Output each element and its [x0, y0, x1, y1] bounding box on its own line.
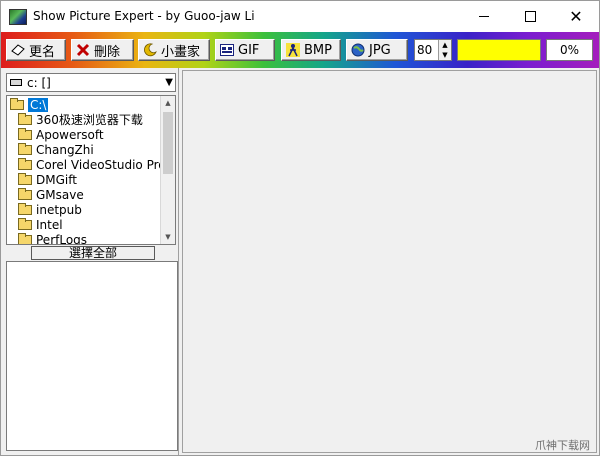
title-bar[interactable]: Show Picture Expert - by Guoo-jaw Li ✕ — [1, 1, 599, 32]
minimize-button[interactable] — [461, 1, 507, 32]
folder-open-icon — [10, 97, 24, 110]
gif-label: GIF — [238, 42, 260, 58]
directory-list[interactable]: C:\ 360极速浏览器下载 Apowersoft ChangZhi Corel… — [6, 95, 176, 245]
jpg-button[interactable]: JPG — [346, 39, 408, 61]
scrollbar-thumb[interactable] — [163, 112, 173, 174]
app-window: Show Picture Expert - by Guoo-jaw Li ✕ 更… — [0, 0, 600, 456]
chevron-down-icon[interactable]: ▼ — [165, 77, 173, 88]
list-item[interactable]: Corel VideoStudio Pro — [18, 157, 166, 172]
progress-indicator: 0% — [546, 39, 593, 61]
paint-label: 小畫家 — [161, 44, 201, 60]
directory-scrollbar[interactable]: ▲ ▼ — [160, 96, 175, 244]
client-area: c: [] ▼ C:\ 360极速浏览器下载 Apowersoft ChangZ… — [1, 68, 599, 455]
color-swatch[interactable] — [457, 39, 541, 61]
delete-icon — [76, 43, 90, 57]
spin-down-icon[interactable]: ▼ — [438, 50, 451, 60]
watermark-text: 爪神下载网 — [535, 439, 590, 452]
list-item[interactable]: DMGift — [18, 172, 77, 187]
list-item[interactable]: PerfLogs — [18, 232, 88, 245]
scroll-up-icon[interactable]: ▲ — [161, 96, 175, 110]
list-item-label: GMsave — [36, 187, 84, 202]
list-item-label: ChangZhi — [36, 142, 94, 157]
gif-button[interactable]: GIF — [215, 39, 275, 61]
rename-icon — [11, 43, 25, 57]
close-button[interactable]: ✕ — [553, 1, 599, 32]
folder-icon — [18, 172, 32, 185]
list-item-label: PerfLogs — [36, 232, 88, 245]
folder-icon — [18, 112, 32, 125]
bmp-button[interactable]: BMP — [281, 39, 341, 61]
file-browser-panel: c: [] ▼ C:\ 360极速浏览器下载 Apowersoft ChangZ… — [3, 70, 178, 453]
list-item-label: Intel — [36, 217, 63, 232]
close-icon: ✕ — [569, 6, 583, 26]
folder-icon — [18, 217, 32, 230]
maximize-button[interactable] — [507, 1, 553, 32]
folder-icon — [18, 187, 32, 200]
drive-icon — [10, 79, 22, 86]
maximize-icon — [524, 11, 536, 22]
list-item-label: Apowersoft — [36, 127, 104, 142]
spin-up-icon[interactable]: ▲ — [438, 40, 451, 50]
list-item-label: inetpub — [36, 202, 82, 217]
list-item[interactable]: Intel — [18, 217, 63, 232]
rename-button[interactable]: 更名 — [6, 39, 66, 61]
list-item-label: C:\ — [28, 97, 49, 112]
toolbar: 更名 刪除 小畫家 GIF BMP JPG 80 ▲ ▼ 0% — [1, 32, 599, 68]
file-list[interactable] — [6, 261, 178, 451]
gif-icon — [220, 43, 234, 57]
delete-label: 刪除 — [94, 44, 121, 60]
list-item-label: Corel VideoStudio Pro — [36, 157, 166, 172]
quality-stepper[interactable]: 80 ▲ ▼ — [414, 39, 452, 61]
list-item-label: 360极速浏览器下载 — [36, 113, 143, 127]
window-title: Show Picture Expert - by Guoo-jaw Li — [33, 9, 255, 23]
minimize-icon — [479, 16, 489, 17]
folder-icon — [18, 157, 32, 170]
list-item[interactable]: inetpub — [18, 202, 82, 217]
folder-icon — [18, 127, 32, 140]
scroll-down-icon[interactable]: ▼ — [161, 230, 175, 244]
folder-icon — [18, 232, 32, 244]
picture-preview-area[interactable] — [182, 70, 597, 453]
list-item[interactable]: 360极速浏览器下载 — [18, 112, 143, 127]
list-item[interactable]: Apowersoft — [18, 127, 104, 142]
select-all-button[interactable]: 選擇全部 — [31, 246, 155, 260]
jpg-label: JPG — [369, 42, 391, 58]
rename-label: 更名 — [29, 44, 56, 60]
folder-icon — [18, 202, 32, 215]
bmp-label: BMP — [304, 42, 332, 58]
quality-value[interactable]: 80 — [417, 43, 432, 57]
list-item[interactable]: ChangZhi — [18, 142, 94, 157]
list-item[interactable]: GMsave — [18, 187, 84, 202]
list-item-label: DMGift — [36, 172, 77, 187]
drive-value: c: [] — [27, 76, 51, 90]
app-icon — [9, 9, 27, 25]
folder-icon — [18, 142, 32, 155]
drive-select[interactable]: c: [] ▼ — [6, 73, 176, 92]
paint-button[interactable]: 小畫家 — [138, 39, 210, 61]
bmp-icon — [286, 43, 300, 57]
delete-button[interactable]: 刪除 — [71, 39, 134, 61]
list-item[interactable]: C:\ — [10, 97, 49, 112]
paint-icon — [143, 43, 157, 57]
jpg-icon — [351, 43, 365, 57]
